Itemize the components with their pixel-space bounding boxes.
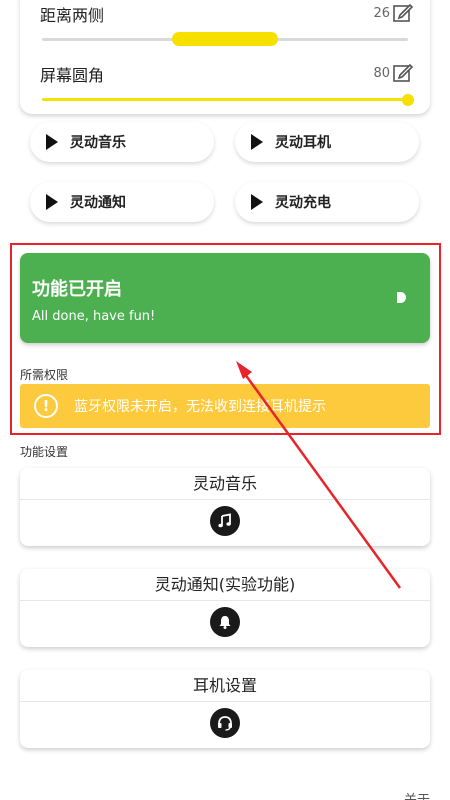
play-icon [46,134,58,150]
quick-button-earphone[interactable]: 灵动耳机 [235,122,419,162]
slider-value-side-distance: 26 [373,6,390,21]
play-icon [251,134,263,150]
slider-label-corner-radius: 屏幕圆角 [40,66,105,85]
music-note-icon[interactable] [210,506,240,536]
quick-button-label: 灵动音乐 [70,135,126,151]
feature-settings-section-title: 功能设置 [20,445,69,459]
feature-card-headset[interactable]: 耳机设置 [20,670,430,748]
feature-card-title: 灵动音乐 [20,468,430,500]
annotation-highlight-box [10,243,441,435]
feature-card-music[interactable]: 灵动音乐 [20,468,430,546]
play-icon [251,194,263,210]
quick-button-label: 灵动通知 [70,195,126,211]
headset-icon[interactable] [210,708,240,738]
quick-button-label: 灵动耳机 [275,135,331,151]
corner-radius-slider[interactable] [42,93,414,106]
feature-card-title: 灵动通知(实验功能) [20,569,430,601]
side-distance-slider-thumb[interactable] [172,32,278,46]
slider-value-corner-radius: 80 [373,66,390,81]
bell-icon[interactable] [210,607,240,637]
slider-settings-card: 距离两侧 26 屏幕圆角 80 [20,0,430,114]
quick-button-notification[interactable]: 灵动通知 [30,182,214,222]
about-link[interactable]: 关于 [404,789,430,800]
side-distance-slider[interactable] [42,32,408,46]
play-icon [46,194,58,210]
quick-button-charging[interactable]: 灵动充电 [235,182,419,222]
edit-icon[interactable] [392,62,414,84]
corner-radius-slider-fill [42,98,408,101]
slider-label-side-distance: 距离两侧 [40,6,105,25]
feature-card-title: 耳机设置 [20,670,430,702]
corner-radius-slider-thumb[interactable] [402,93,414,106]
quick-button-label: 灵动充电 [275,195,331,211]
quick-button-music[interactable]: 灵动音乐 [30,122,214,162]
feature-card-notification[interactable]: 灵动通知(实验功能) [20,569,430,647]
edit-icon[interactable] [392,2,414,24]
